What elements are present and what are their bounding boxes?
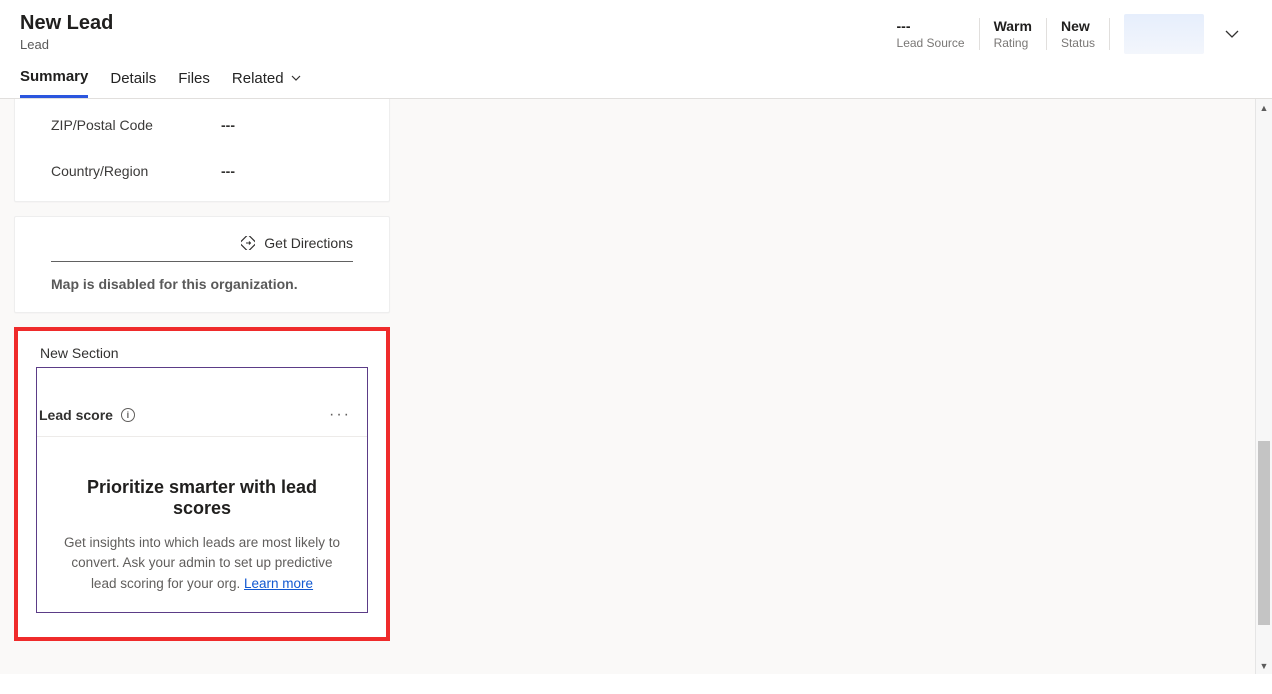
scrollbar-thumb[interactable] — [1258, 441, 1270, 625]
map-disabled-message: Map is disabled for this organization. — [33, 276, 371, 292]
field-zip[interactable]: ZIP/Postal Code --- — [51, 99, 353, 133]
directions-icon — [240, 235, 256, 251]
field-country-value: --- — [221, 163, 235, 179]
stat-lead-source-label: Lead Source — [897, 36, 965, 50]
tab-summary[interactable]: Summary — [20, 68, 88, 98]
get-directions-label: Get Directions — [264, 235, 353, 251]
lead-score-title-wrap: Lead score i — [39, 407, 135, 423]
lead-score-body: Prioritize smarter with lead scores Get … — [37, 437, 367, 612]
field-zip-label: ZIP/Postal Code — [51, 117, 221, 133]
new-section-title: New Section — [40, 345, 368, 361]
stat-status-value: New — [1061, 18, 1095, 34]
scroll-up-button[interactable]: ▲ — [1256, 99, 1272, 116]
header-left: New Lead Lead — [20, 12, 113, 52]
chevron-down-icon — [1224, 26, 1240, 42]
address-card: ZIP/Postal Code --- Country/Region --- — [14, 99, 390, 202]
tab-related[interactable]: Related — [232, 68, 302, 98]
header-stats: --- Lead Source Warm Rating New Status — [883, 14, 1252, 54]
get-directions-row[interactable]: Get Directions — [51, 235, 353, 262]
stat-rating-label: Rating — [994, 36, 1032, 50]
stat-lead-source: --- Lead Source — [883, 18, 980, 50]
left-column: ZIP/Postal Code --- Country/Region --- G… — [14, 99, 390, 641]
chevron-down-icon — [290, 72, 302, 84]
tab-related-label: Related — [232, 70, 284, 87]
stat-rating-value: Warm — [994, 18, 1032, 34]
record-entity-type: Lead — [20, 37, 113, 52]
lead-score-header: Lead score i ··· — [37, 396, 367, 437]
header-expand-button[interactable] — [1218, 20, 1246, 48]
stat-status: New Status — [1047, 18, 1110, 50]
new-section-highlight: New Section Lead score i ··· Prioritize … — [14, 327, 390, 641]
stat-rating: Warm Rating — [980, 18, 1047, 50]
lead-score-card: Lead score i ··· Prioritize smarter with… — [36, 367, 368, 613]
scroll-down-button[interactable]: ▼ — [1256, 657, 1272, 674]
form-tabs: Summary Details Files Related — [0, 60, 1272, 99]
field-country-label: Country/Region — [51, 163, 221, 179]
lead-score-title: Lead score — [39, 407, 113, 423]
tab-details[interactable]: Details — [110, 68, 156, 98]
map-card: Get Directions Map is disabled for this … — [14, 216, 390, 313]
field-country[interactable]: Country/Region --- — [51, 133, 353, 179]
stat-status-label: Status — [1061, 36, 1095, 50]
stat-lead-source-value: --- — [897, 18, 965, 34]
scrollbar-track[interactable] — [1256, 116, 1272, 657]
vertical-scrollbar[interactable]: ▲ ▼ — [1255, 99, 1272, 674]
lead-score-promo-text: Get insights into which leads are most l… — [57, 533, 347, 594]
more-menu-button[interactable]: ··· — [329, 406, 355, 424]
form-body: ZIP/Postal Code --- Country/Region --- G… — [0, 99, 1272, 674]
learn-more-link[interactable]: Learn more — [244, 576, 313, 591]
record-title: New Lead — [20, 12, 113, 35]
field-zip-value: --- — [221, 117, 235, 133]
header-image-tile[interactable] — [1124, 14, 1204, 54]
tab-files[interactable]: Files — [178, 68, 210, 98]
record-header: New Lead Lead --- Lead Source Warm Ratin… — [0, 0, 1272, 60]
info-icon[interactable]: i — [121, 408, 135, 422]
lead-score-promo-heading: Prioritize smarter with lead scores — [57, 477, 347, 519]
